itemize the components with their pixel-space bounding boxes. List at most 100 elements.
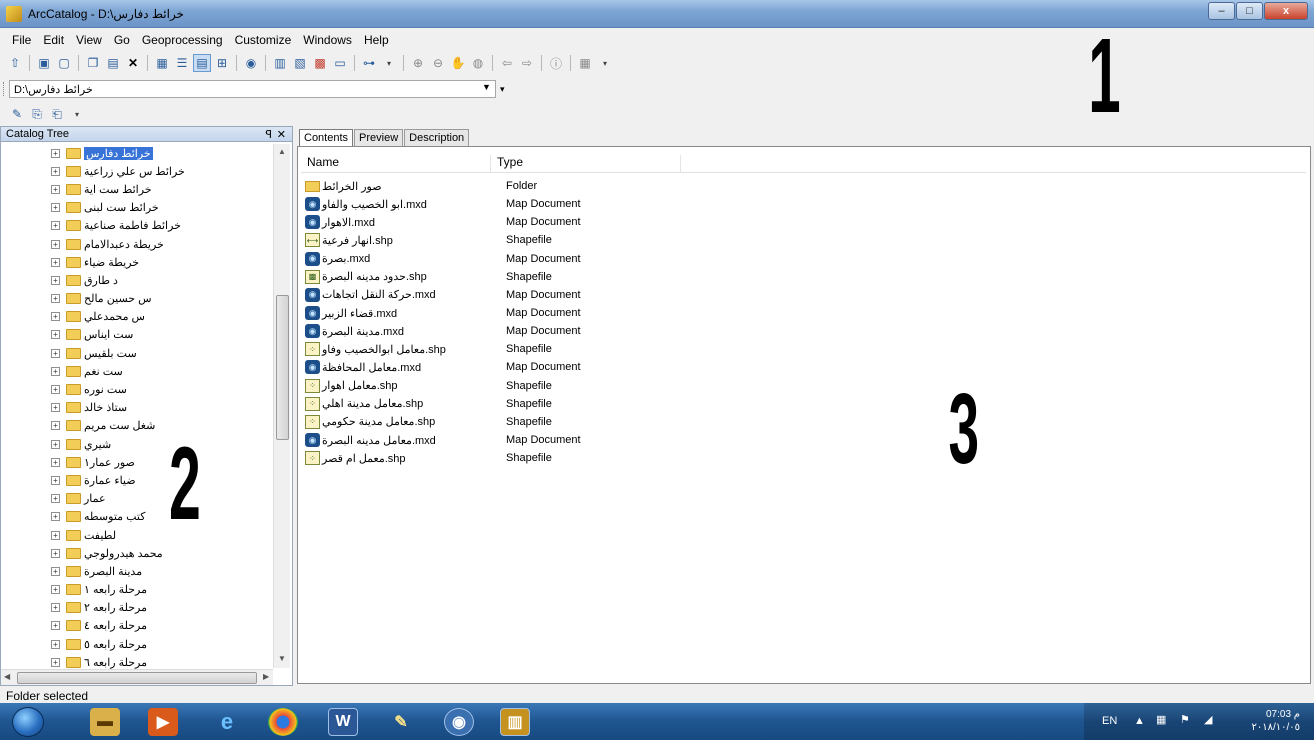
contents-row[interactable]: ◉ معامل المحافظة.mxd Map Document bbox=[305, 358, 805, 376]
scroll-thumb[interactable] bbox=[17, 672, 257, 684]
expand-icon[interactable]: + bbox=[51, 657, 60, 667]
contents-row[interactable]: ⟷ انهار فرعية.shp Shapefile bbox=[305, 231, 805, 249]
zoom-out-icon[interactable]: ⊖ bbox=[429, 54, 447, 72]
menu-go[interactable]: Go bbox=[108, 30, 136, 50]
contents-row[interactable]: ⁘ معامل مدينة حكومي.shp Shapefile bbox=[305, 413, 805, 431]
menu-file[interactable]: File bbox=[6, 30, 37, 50]
network-icon[interactable]: ▦ bbox=[1156, 713, 1166, 726]
expand-icon[interactable]: + bbox=[51, 294, 60, 304]
arccatalog-icon[interactable]: ▥ bbox=[500, 708, 530, 736]
menu-help[interactable]: Help bbox=[358, 30, 395, 50]
tree-item[interactable]: + شيري bbox=[1, 435, 272, 453]
contents-row[interactable]: ⁘ معامل مدينة اهلي.shp Shapefile bbox=[305, 395, 805, 413]
tree-item[interactable]: + مدينة البصرة bbox=[1, 562, 272, 580]
pin-icon[interactable]: ꟼ bbox=[265, 128, 272, 141]
expand-icon[interactable]: + bbox=[51, 603, 60, 613]
expand-icon[interactable]: + bbox=[51, 203, 60, 213]
tree-item[interactable]: + خرائط فاطمة صناعية bbox=[1, 217, 272, 235]
catalog-tree-icon[interactable]: ▥ bbox=[271, 54, 289, 72]
tree-item[interactable]: + ستاذ خالد bbox=[1, 399, 272, 417]
contents-row[interactable]: ◉ حركة النقل اتجاهات.mxd Map Document bbox=[305, 286, 805, 304]
expand-icon[interactable]: + bbox=[51, 275, 60, 285]
contents-row[interactable]: ◉ ابو الخصيب والفاو.mxd Map Document bbox=[305, 195, 805, 213]
model-builder-icon[interactable]: ⊶ bbox=[360, 54, 378, 72]
scroll-up-icon[interactable]: ▲ bbox=[278, 147, 286, 156]
scroll-down-icon[interactable]: ▼ bbox=[278, 654, 286, 663]
tree-item[interactable]: + س محمدعلي bbox=[1, 308, 272, 326]
tab-preview[interactable]: Preview bbox=[354, 129, 404, 146]
expand-icon[interactable]: + bbox=[51, 639, 60, 649]
tree-item[interactable]: + عمار bbox=[1, 490, 272, 508]
tree-item[interactable]: + ست نغم bbox=[1, 362, 272, 380]
tree-item[interactable]: + كتب متوسطه bbox=[1, 508, 272, 526]
chrome-icon[interactable] bbox=[268, 708, 298, 736]
connect-folder-icon[interactable]: ▣ bbox=[35, 54, 53, 72]
disconnect-folder-icon[interactable]: ▢ bbox=[55, 54, 73, 72]
python-window-icon[interactable]: ▭ bbox=[331, 54, 349, 72]
scroll-left-icon[interactable]: ◀ bbox=[4, 672, 10, 681]
expand-icon[interactable]: + bbox=[51, 348, 60, 358]
tree-item[interactable]: + د طارق bbox=[1, 271, 272, 289]
close-icon[interactable]: ✕ bbox=[277, 128, 286, 141]
expand-icon[interactable]: + bbox=[51, 330, 60, 340]
toolbar-options-icon[interactable]: ▾ bbox=[596, 54, 614, 72]
toolbar-options-icon[interactable]: ▾ bbox=[380, 54, 398, 72]
internet-explorer-icon[interactable]: e bbox=[212, 708, 242, 736]
expand-icon[interactable]: + bbox=[51, 475, 60, 485]
expand-icon[interactable]: + bbox=[51, 166, 60, 176]
expand-icon[interactable]: + bbox=[51, 257, 60, 267]
edit-metadata-icon[interactable]: ✎ bbox=[8, 105, 26, 123]
tree-horizontal-scrollbar[interactable]: ◀ ▶ bbox=[1, 669, 273, 685]
tree-item[interactable]: + ست ايناس bbox=[1, 326, 272, 344]
expand-icon[interactable]: + bbox=[51, 585, 60, 595]
expand-icon[interactable]: + bbox=[51, 512, 60, 522]
column-name[interactable]: Name bbox=[301, 155, 491, 172]
search-window-icon[interactable]: ▧ bbox=[291, 54, 309, 72]
menu-geoprocessing[interactable]: Geoprocessing bbox=[136, 30, 229, 50]
toolbar-options-icon[interactable]: ▾ bbox=[500, 84, 505, 95]
expand-icon[interactable]: + bbox=[51, 439, 60, 449]
contents-row[interactable]: صور الخرائط Folder bbox=[305, 177, 805, 195]
toolbar-grip[interactable] bbox=[3, 82, 6, 96]
expand-icon[interactable]: + bbox=[51, 421, 60, 431]
menu-windows[interactable]: Windows bbox=[297, 30, 358, 50]
word-icon[interactable]: W bbox=[328, 708, 358, 736]
tree-item[interactable]: + س حسين مالح bbox=[1, 290, 272, 308]
tab-contents[interactable]: Contents bbox=[299, 129, 354, 147]
clock[interactable]: 07:03 م ٢٠١٨/١٠/٠٥ bbox=[1251, 708, 1300, 734]
expand-icon[interactable]: + bbox=[51, 403, 60, 413]
minimize-button[interactable]: – bbox=[1208, 2, 1235, 20]
maximize-button[interactable]: □ bbox=[1236, 2, 1263, 20]
contents-row[interactable]: ⁘ معامل ابوالخصيب وفاو.shp Shapefile bbox=[305, 340, 805, 358]
pan-icon[interactable]: ✋ bbox=[449, 54, 467, 72]
expand-icon[interactable]: + bbox=[51, 239, 60, 249]
expand-icon[interactable]: + bbox=[51, 548, 60, 558]
column-type[interactable]: Type bbox=[491, 155, 681, 172]
location-field[interactable]: D:\خرائط دفارس bbox=[9, 80, 496, 98]
tree-item[interactable]: + خريطة دعبدالامام bbox=[1, 235, 272, 253]
zoom-in-icon[interactable]: ⊕ bbox=[409, 54, 427, 72]
expand-icon[interactable]: + bbox=[51, 566, 60, 576]
contents-row[interactable]: ⁘ معمل ام قصر.shp Shapefile bbox=[305, 449, 805, 467]
language-indicator[interactable]: EN bbox=[1102, 715, 1117, 727]
contents-row[interactable]: ⁘ معامل اهوار.shp Shapefile bbox=[305, 377, 805, 395]
expand-icon[interactable]: + bbox=[51, 366, 60, 376]
close-button[interactable]: x bbox=[1264, 2, 1308, 20]
tree-item[interactable]: + خرائط ست لبنى bbox=[1, 199, 272, 217]
expand-icon[interactable]: + bbox=[51, 457, 60, 467]
expand-icon[interactable]: + bbox=[51, 530, 60, 540]
tree-item[interactable]: + مرحلة رابعه ٥ bbox=[1, 635, 272, 653]
menu-edit[interactable]: Edit bbox=[37, 30, 70, 50]
action-center-icon[interactable]: ⚑ bbox=[1180, 713, 1190, 726]
contents-row[interactable]: ◉ قضاء الزبير.mxd Map Document bbox=[305, 304, 805, 322]
tree-item[interactable]: + ضياء عمارة bbox=[1, 471, 272, 489]
launch-arcmap-icon[interactable]: ◉ bbox=[242, 54, 260, 72]
tree-item[interactable]: + مرحلة رابعه ٦ bbox=[1, 653, 272, 669]
export-metadata-icon[interactable]: ⎗ bbox=[48, 105, 66, 123]
expand-icon[interactable]: + bbox=[51, 312, 60, 322]
identify-icon[interactable]: ⓘ bbox=[547, 54, 565, 72]
tree-item[interactable]: + لطيفت bbox=[1, 526, 272, 544]
forward-icon[interactable]: ⇨ bbox=[518, 54, 536, 72]
media-player-icon[interactable]: ▶ bbox=[148, 708, 178, 736]
arctoolbox-icon[interactable]: ▩ bbox=[311, 54, 329, 72]
